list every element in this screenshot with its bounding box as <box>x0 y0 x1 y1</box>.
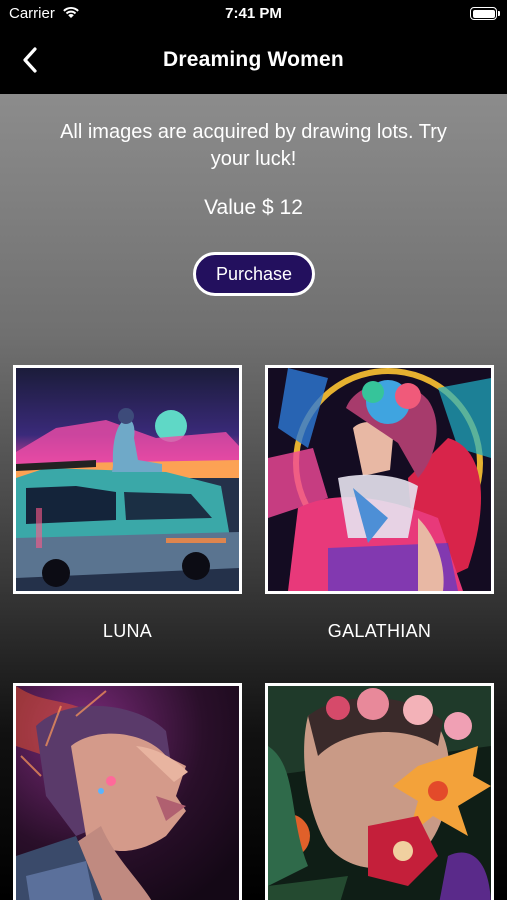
image-card-luna[interactable]: LUNA <box>13 365 242 642</box>
card-label: GALATHIAN <box>327 621 432 641</box>
portrait-artwork-image <box>16 686 239 900</box>
card-image <box>265 683 494 900</box>
card-label: LUNA <box>102 621 153 641</box>
galathian-artwork-image <box>268 368 491 591</box>
navigation-bar: Dreaming Women <box>0 28 507 94</box>
value-text: Value $ 12 <box>204 196 303 219</box>
card-image <box>265 365 494 594</box>
collection-content[interactable]: All images are acquired by drawing lots.… <box>0 94 507 900</box>
flower-portrait-artwork-image <box>268 686 491 900</box>
battery-icon <box>470 7 500 20</box>
image-card-galathian[interactable]: GALATHIAN <box>265 365 494 642</box>
page-title: Dreaming Women <box>163 48 344 71</box>
status-bar: Carrier 7:41 PM <box>0 0 507 28</box>
image-card[interactable] <box>13 683 242 900</box>
clock: 7:41 PM <box>225 5 282 22</box>
card-image <box>13 683 242 900</box>
intro-text: All images are acquired by drawing lots.… <box>60 121 447 170</box>
card-image <box>13 365 242 594</box>
image-card[interactable] <box>265 683 494 900</box>
luna-artwork-image <box>16 368 239 591</box>
purchase-button[interactable]: Purchase <box>193 252 315 296</box>
